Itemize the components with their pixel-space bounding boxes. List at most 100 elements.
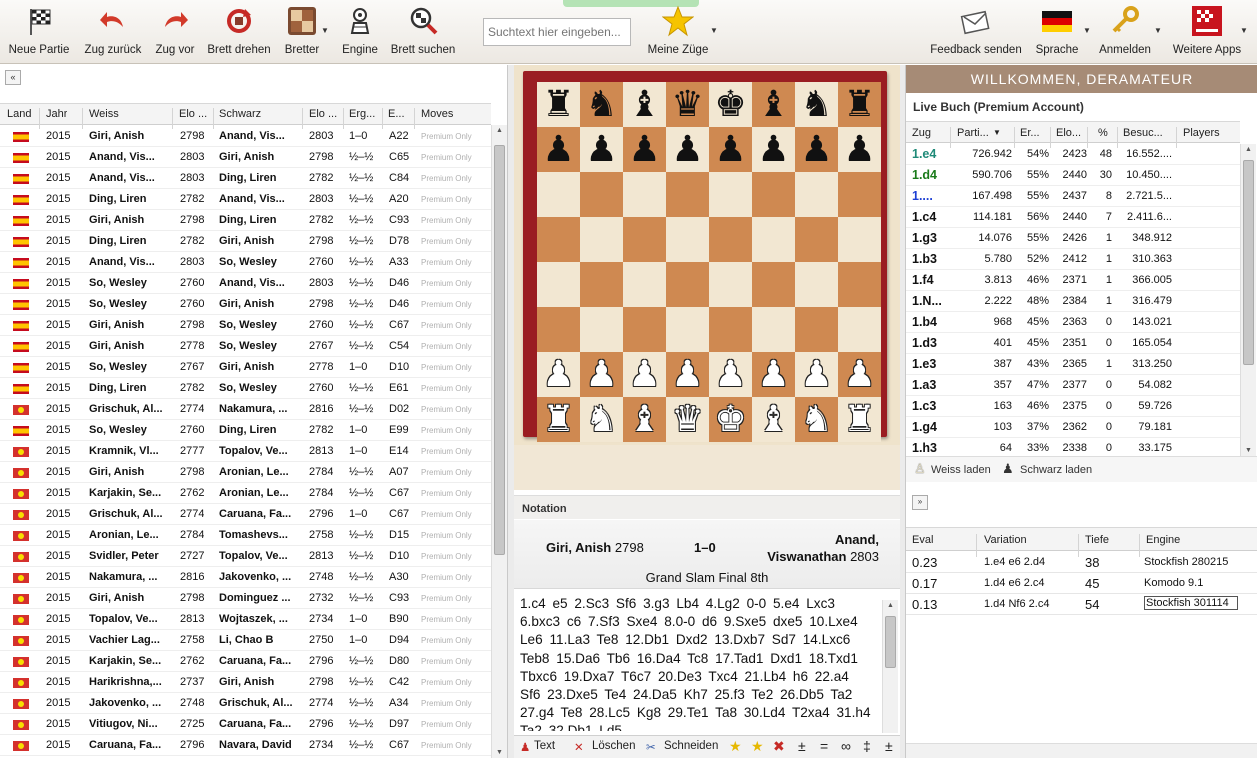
table-row[interactable]: 2015 Kramnik, Vl... 2777 Topalov, Ve... 2813… [0,441,491,462]
table-row[interactable]: 2015 Vachier Lag... 2758 Li, Chao B 2750 1–0 D… [0,630,491,651]
column-result[interactable]: Erg... [349,108,379,120]
black-piece[interactable]: ♟ [757,131,789,168]
table-row[interactable]: 2015 Nakamura, ... 2816 Jakovenko, ... 2748 ½… [0,567,491,588]
white-piece[interactable]: ♟ [800,356,832,393]
board-square[interactable] [709,262,752,307]
white-piece[interactable]: ♟ [628,356,660,393]
notation-scrollbar[interactable]: ▲ [882,600,898,733]
column-white[interactable]: Weiss [89,108,119,120]
board-square[interactable]: ♛ [666,82,709,127]
table-row[interactable]: 2015 So, Wesley 2767 Giri, Anish 2778 1–0 D10 P… [0,357,491,378]
board-square[interactable]: ♟ [795,352,838,397]
table-row[interactable]: 2015 Giri, Anish 2798 Dominguez ... 2732 ½–½ C… [0,588,491,609]
table-row[interactable]: 2015 So, Wesley 2760 Giri, Anish 2798 ½–½ D46 P… [0,294,491,315]
white-piece[interactable]: ♟ [671,356,703,393]
annotation-equal-button[interactable]: = [820,738,828,754]
board-square[interactable] [623,172,666,217]
column-games[interactable]: Parti... [957,127,989,139]
book-row[interactable]: 1.b3 5.780 52% 2412 1 310.363 [906,249,1240,270]
board-square[interactable] [580,217,623,262]
column-moves[interactable]: Moves [421,108,453,120]
boards-button[interactable]: Bretter [280,0,324,64]
board-square[interactable] [580,172,623,217]
notation-moves[interactable]: 1.c4 e5 2.Sc3 Sf6 3.g3 Lb4 4.Lg2 0-0 5.e… [514,590,881,731]
board-square[interactable]: ♟ [795,127,838,172]
table-row[interactable]: 2015 Giri, Anish 2798 So, Wesley 2760 ½–½ C67 P… [0,315,491,336]
login-dropdown-icon[interactable]: ▼ [1154,26,1162,35]
board-square[interactable] [838,217,881,262]
black-piece[interactable]: ♟ [585,131,617,168]
column-country[interactable]: Land [7,108,31,120]
table-row[interactable]: 2015 Giri, Anish 2798 Anand, Vis... 2803 1–0 A… [0,126,491,147]
board-square[interactable] [709,307,752,352]
board-square[interactable]: ♜ [537,397,580,442]
live-book-scrollbar[interactable]: ▲ ▼ [1240,144,1256,456]
live-book-scroll-up-icon[interactable]: ▲ [1241,146,1256,153]
board-square[interactable] [795,217,838,262]
board-square[interactable] [838,262,881,307]
book-row[interactable]: 1.b4 968 45% 2363 0 143.021 [906,312,1240,333]
table-row[interactable]: 2015 Harikrishna,... 2737 Giri, Anish 2798 ½–… [0,672,491,693]
board-square[interactable]: ♟ [623,127,666,172]
board-square[interactable]: ♝ [623,82,666,127]
black-piece[interactable]: ♚ [714,86,746,123]
column-elo-black[interactable]: Elo ... [309,108,341,120]
board-square[interactable] [623,307,666,352]
book-row[interactable]: 1.N... 2.222 48% 2384 1 316.479 [906,291,1240,312]
board-square[interactable] [795,262,838,307]
annotation-zugzwang-button[interactable]: ‡ [863,738,871,754]
column-depth[interactable]: Tiefe [1085,534,1109,546]
board-square[interactable] [752,262,795,307]
black-piece[interactable]: ♜ [542,86,574,123]
table-row[interactable]: 2015 Anand, Vis... 2803 Giri, Anish 2798 ½–½ C… [0,147,491,168]
table-row[interactable]: 2015 Grischuk, Al... 2774 Caruana, Fa... 279… [0,504,491,525]
table-row[interactable]: 2015 Ding, Liren 2782 So, Wesley 2760 ½–½ E61 P… [0,378,491,399]
table-row[interactable]: 2015 So, Wesley 2760 Ding, Liren 2782 1–0 E99 P… [0,420,491,441]
collapse-engine-icon[interactable]: » [912,495,928,510]
scroll-up-icon[interactable]: ▲ [492,127,507,134]
white-piece[interactable]: ♛ [671,401,703,438]
text-button[interactable]: Text [534,740,555,752]
white-piece[interactable]: ♞ [800,401,832,438]
table-row[interactable]: 2015 Anand, Vis... 2803 Ding, Liren 2782 ½–½ C… [0,168,491,189]
board-square[interactable]: ♟ [580,127,623,172]
delete-button[interactable]: Löschen [592,740,635,752]
scroll-down-icon[interactable]: ▼ [492,749,507,756]
notation-scroll-up-icon[interactable]: ▲ [883,602,898,609]
annotation-plusminus-button[interactable]: ± [798,738,806,754]
board-square[interactable] [580,262,623,307]
search-input[interactable] [483,18,631,46]
search-board-button[interactable]: Brett suchen [388,0,458,64]
board-square[interactable]: ♞ [795,397,838,442]
board-square[interactable]: ♟ [537,127,580,172]
move-forward-button[interactable]: Zug vor [150,0,200,64]
game-list-scrollbar[interactable]: ▲ ▼ [491,125,507,758]
board-square[interactable] [537,172,580,217]
white-piece[interactable]: ♟ [714,356,746,393]
white-piece[interactable]: ♜ [843,401,875,438]
table-row[interactable]: 2015 Jakovenko, ... 2748 Grischuk, Al... 277… [0,693,491,714]
board-square[interactable]: ♟ [623,352,666,397]
board-square[interactable]: ♝ [623,397,666,442]
black-piece[interactable]: ♞ [585,86,617,123]
chess-board[interactable]: ♜ ♞ ♝ ♛ ♚ ♝ ♞ ♜ ♟ ♟ ♟ ♟ ♟ ♟ ♟ ♟ ♟ ♟ ♟ ♟ ♟ ♟ ♟ ♟ ♜ ♞ ♝ ♛ ♚ ♝ ♞ ♜ [537,82,883,442]
board-square[interactable] [709,172,752,217]
black-piece[interactable]: ♞ [800,86,832,123]
column-elo-white[interactable]: Elo ... [179,108,211,120]
board-square[interactable]: ♟ [709,127,752,172]
annotation-unclear-button[interactable]: ∞ [841,738,851,754]
engine-button[interactable]: Engine [338,0,382,64]
black-piece[interactable]: ♜ [843,86,875,123]
table-row[interactable]: 2015 So, Wesley 2760 Anand, Vis... 2803 ½–½ D4… [0,273,491,294]
white-piece[interactable]: ♞ [585,401,617,438]
column-visits[interactable]: Besuc... [1123,127,1163,139]
game-list-scroll-thumb[interactable] [494,145,505,555]
table-row[interactable]: 2015 Vitiugov, Ni... 2725 Caruana, Fa... 279… [0,714,491,735]
board-square[interactable]: ♛ [666,397,709,442]
board-square[interactable]: ♜ [537,82,580,127]
board-square[interactable] [752,172,795,217]
engine-row[interactable]: 0.17 1.d4 e6 2.c4 45 Komodo 9.1 [906,573,1257,594]
remove-annotation-icon[interactable]: ✖ [773,738,785,755]
board-square[interactable]: ♝ [752,82,795,127]
book-row[interactable]: 1.a3 357 47% 2377 0 54.082 [906,375,1240,396]
